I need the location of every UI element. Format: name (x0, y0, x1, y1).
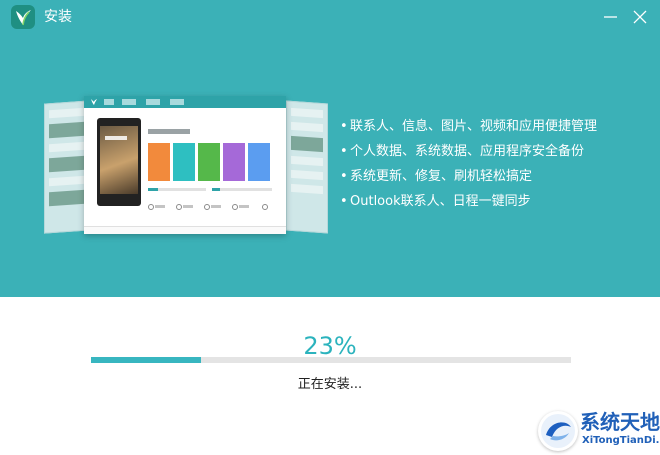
watermark-name: 系统天地 (580, 410, 660, 434)
close-icon (633, 10, 647, 24)
watermark-badge-icon (538, 411, 578, 451)
progress-percent: 23% (303, 332, 357, 360)
preview-status-bar (84, 226, 286, 234)
app-preview-image (40, 94, 330, 240)
preview-logo-icon (91, 99, 97, 105)
preview-shortcuts (148, 204, 272, 210)
progress-bar (91, 357, 571, 363)
feature-list: • 联系人、信息、图片、视频和应用便捷管理 • 个人数据、系统数据、应用程序安全备份… (340, 118, 597, 218)
minimize-icon (604, 16, 617, 18)
preview-device-name (148, 129, 190, 134)
feature-item: • 联系人、信息、图片、视频和应用便捷管理 (340, 119, 598, 134)
title-bar: 安装 (0, 0, 660, 34)
preview-tiles (148, 143, 272, 181)
preview-phone (97, 118, 141, 206)
close-button[interactable] (629, 6, 651, 28)
header-panel: 安装 • 联系人、信息、图片、视频和应用便捷管理 • 个人数据、系统数据、应用程… (0, 0, 660, 297)
leaf-logo-icon (11, 5, 35, 29)
preview-side-panel-right (286, 100, 328, 234)
feature-item: • 系统更新、修复、刷机轻松搞定 (340, 169, 533, 184)
minimize-button[interactable] (600, 6, 622, 28)
watermark-url: XiTongTianDi.net (582, 435, 660, 446)
install-status: 正在安装... (297, 377, 363, 392)
progress-bar-fill (91, 357, 202, 363)
watermark-logo: 系统天地 XiTongTianDi.net (538, 405, 660, 453)
window-title: 安装 (44, 9, 72, 25)
feature-item: • 个人数据、系统数据、应用程序安全备份 (340, 144, 585, 159)
preview-toolbar (84, 96, 286, 108)
preview-main-window (84, 96, 286, 234)
feature-item: • Outlook联系人、日程一键同步 (340, 194, 531, 209)
